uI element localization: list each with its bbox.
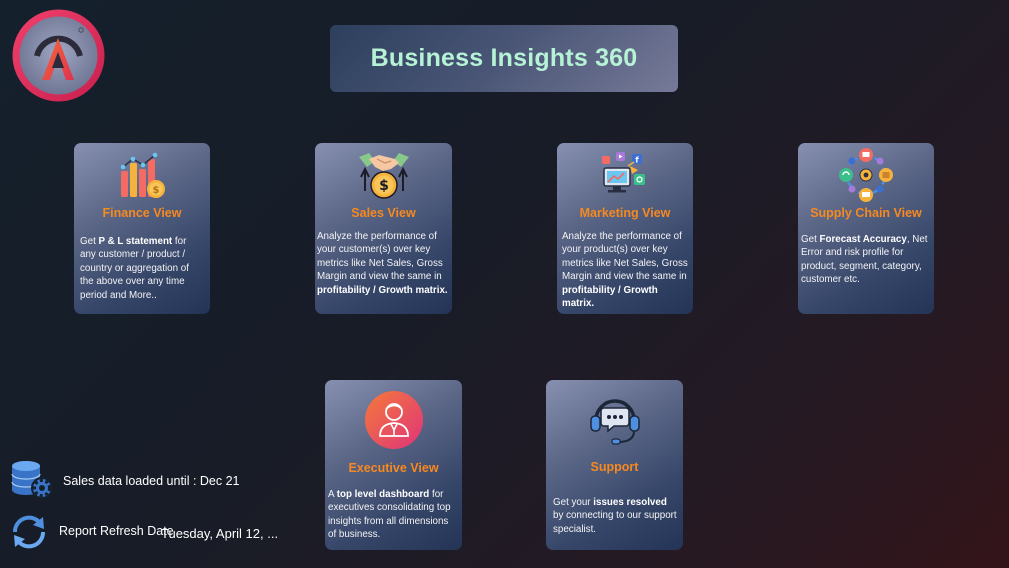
- card-description: Get your issues resolved by connecting t…: [553, 497, 677, 535]
- sales-data-loaded-text: Sales data loaded until : Dec 21: [63, 474, 240, 488]
- svg-text:$: $: [153, 185, 160, 196]
- card-title: Executive View: [348, 461, 439, 475]
- title-banner: Business Insights 360: [330, 25, 678, 92]
- card-title: Support: [590, 460, 639, 474]
- card-description: Get P & L statement for any customer / p…: [80, 236, 189, 301]
- refresh-icon: [9, 514, 49, 555]
- card-description: Get Forecast Accuracy, Net Error and ris…: [801, 234, 928, 286]
- finance-view-card[interactable]: $ Finance View Get P & L statement for a…: [74, 143, 210, 314]
- headset-chat-icon: [586, 390, 644, 453]
- sales-view-card[interactable]: $ Sales View Analyze the performance of …: [315, 143, 452, 314]
- card-description: Analyze the performance of your product(…: [562, 231, 688, 310]
- executive-view-card[interactable]: Executive View A top level dashboard for…: [325, 380, 462, 550]
- report-refresh-label: Report Refresh Date: [59, 524, 174, 538]
- card-title: Sales View: [351, 206, 416, 220]
- social-media-icon: f: [600, 150, 650, 201]
- supply-chain-view-card[interactable]: Supply Chain View Get Forecast Accuracy,…: [798, 143, 934, 314]
- page-title: Business Insights 360: [370, 44, 638, 72]
- card-description: A top level dashboard for executives con…: [328, 489, 451, 541]
- handshake-money-icon: $: [357, 149, 411, 206]
- card-title: Supply Chain View: [810, 206, 922, 220]
- brand-logo: [11, 8, 106, 103]
- bar-chart-coins-icon: $: [117, 151, 167, 206]
- svg-text:$: $: [379, 178, 389, 194]
- card-title: Marketing View: [579, 206, 671, 220]
- marketing-view-card[interactable]: f Marketing View Analyze the performance…: [557, 143, 693, 314]
- card-title: Finance View: [102, 206, 182, 220]
- supply-chain-cycle-icon: [838, 147, 894, 208]
- report-refresh-date: Tuesday, April 12, ...: [161, 526, 279, 541]
- database-gear-icon: [10, 460, 54, 505]
- svg-text:f: f: [635, 156, 639, 165]
- support-card[interactable]: Support Get your issues resolved by conn…: [546, 380, 683, 550]
- card-description: Analyze the performance of your customer…: [317, 231, 448, 296]
- executive-avatar-icon: [364, 390, 424, 455]
